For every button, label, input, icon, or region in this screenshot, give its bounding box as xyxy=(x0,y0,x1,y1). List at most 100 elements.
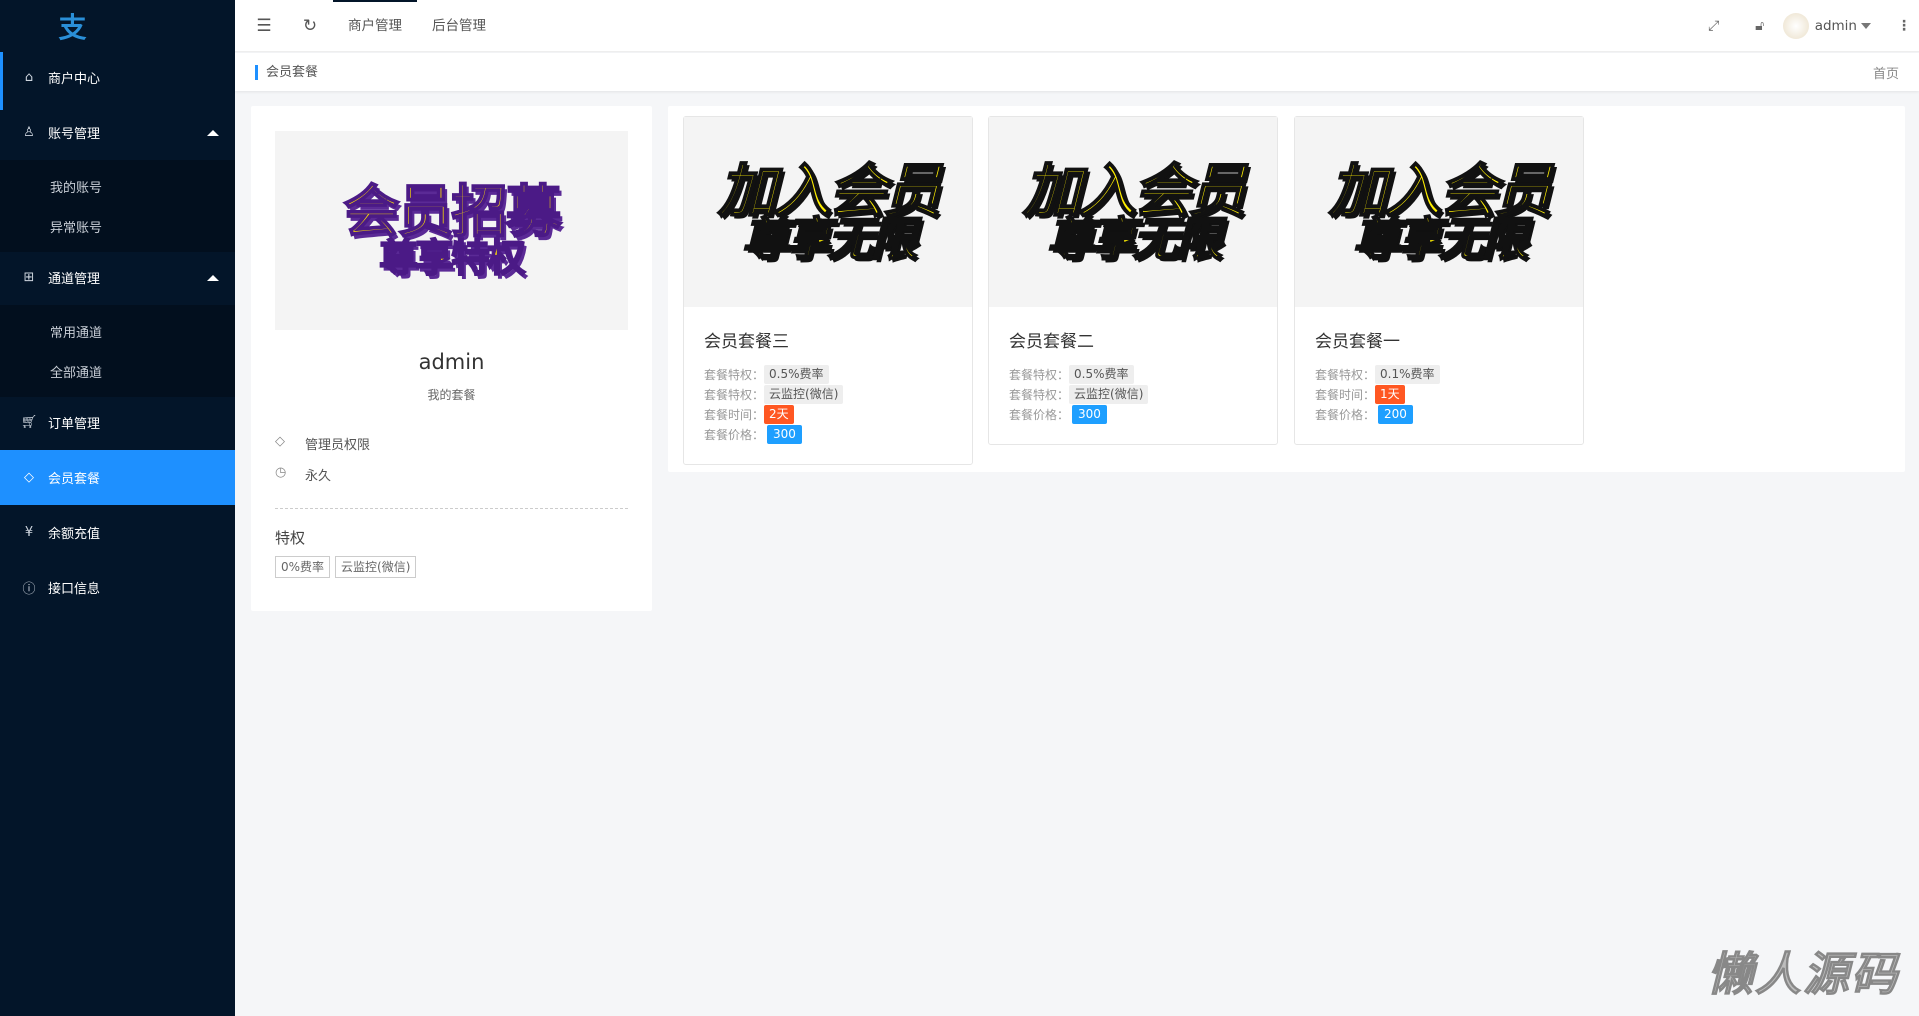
sidebar-item-label: 余额充值 xyxy=(48,527,101,542)
sidebar-item-label: 通道管理 xyxy=(48,272,101,287)
more-icon[interactable]: ⋮ xyxy=(1889,18,1919,34)
row-value-tag: 0.5%费率 xyxy=(764,364,829,384)
tab-merchant-management[interactable]: 商户管理 xyxy=(333,0,417,52)
package-card[interactable]: 加入会员 尊享无限 会员套餐二 套餐特权： 0.5%费率 套餐特权： 云监控(微信) 套餐价格… xyxy=(988,116,1278,445)
image-text: 尊享无限 xyxy=(1352,212,1529,266)
profile-banner-image: 会员招募 尊享特权 xyxy=(275,131,628,330)
chevron-up-icon xyxy=(207,129,219,136)
refresh-icon[interactable]: ↻ xyxy=(287,16,333,36)
sidebar: 支 ⌂ 商户中心 ♙ 账号管理 我的账号 异常账号 ⊞ 通道管理 常用通道 全部通道 … xyxy=(0,0,235,1016)
sidebar-item-label: 接口信息 xyxy=(48,582,101,597)
package-image: 加入会员 尊享无限 xyxy=(684,117,972,307)
package-title: 会员套餐一 xyxy=(1315,332,1400,352)
package-row: 套餐特权： 云监控(微信) xyxy=(1009,384,1257,404)
package-row: 套餐特权： 云监控(微信) xyxy=(704,384,952,404)
privilege-tag: 0%费率 xyxy=(275,556,331,578)
duration-text: 永久 xyxy=(305,469,332,484)
row-label: 套餐价格： xyxy=(1315,407,1376,422)
logo: 支 xyxy=(58,11,87,44)
image-text: 尊享无限 xyxy=(741,212,918,266)
sidebar-item-label: 异常账号 xyxy=(50,220,103,236)
diamond-icon: ◇ xyxy=(24,470,34,485)
user-icon: ♙ xyxy=(23,125,35,140)
lock-icon[interactable]: 🔓︎ xyxy=(1737,18,1783,34)
sidebar-item-recharge[interactable]: ¥ 余额充值 xyxy=(0,505,235,560)
chevron-up-icon xyxy=(207,274,219,281)
package-row: 套餐价格： 200 xyxy=(1315,404,1563,424)
row-value-tag: 云监控(微信) xyxy=(764,384,844,404)
package-row: 套餐特权： 0.5%费率 xyxy=(704,364,952,384)
sidebar-item-label: 账号管理 xyxy=(48,127,101,142)
row-label: 套餐时间： xyxy=(704,407,765,422)
breadcrumb-home-link[interactable]: 首页 xyxy=(1873,63,1899,82)
sidebar-item-account-management[interactable]: ♙ 账号管理 xyxy=(0,105,235,160)
cart-icon: 🛒︎ xyxy=(20,415,38,430)
row-value-tag: 200 xyxy=(1378,404,1413,424)
row-value-tag: 2天 xyxy=(764,404,794,424)
row-label: 套餐特权： xyxy=(704,387,765,402)
package-row: 套餐价格： 300 xyxy=(704,424,952,444)
user-menu[interactable]: admin xyxy=(1815,18,1857,34)
sidebar-item-all-channels[interactable]: 全部通道 xyxy=(0,351,235,391)
collapse-menu-icon[interactable]: ☰ xyxy=(241,16,287,36)
sidebar-item-merchant-center[interactable]: ⌂ 商户中心 xyxy=(0,50,235,105)
sidebar-item-label: 我的账号 xyxy=(50,180,103,196)
image-text: 尊享无限 xyxy=(1046,212,1223,266)
sidebar-item-label: 商户中心 xyxy=(48,72,101,87)
sidebar-item-abnormal-account[interactable]: 异常账号 xyxy=(0,206,235,246)
package-row: 套餐时间： 1天 xyxy=(1315,384,1563,404)
package-title: 会员套餐二 xyxy=(1009,332,1094,352)
role-text: 管理员权限 xyxy=(305,438,371,453)
avatar[interactable] xyxy=(1782,13,1809,39)
privilege-title: 特权 xyxy=(275,529,306,547)
clock-icon: ◷ xyxy=(275,465,287,480)
row-value-tag: 300 xyxy=(1072,404,1107,424)
package-row: 套餐特权： 0.5%费率 xyxy=(1009,364,1257,384)
banner-text: 尊享特权 xyxy=(378,235,526,280)
sidebar-item-api-info[interactable]: ⓘ 接口信息 xyxy=(0,560,235,615)
package-card[interactable]: 加入会员 尊享无限 会员套餐一 套餐特权： 0.1%费率 套餐时间： 1天 套餐价格： 200 xyxy=(1294,116,1584,445)
package-title: 会员套餐三 xyxy=(704,332,789,352)
sidebar-item-common-channels[interactable]: 常用通道 xyxy=(0,311,235,351)
tab-admin-management[interactable]: 后台管理 xyxy=(417,0,501,52)
profile-duration: ◷ 永久 xyxy=(275,465,331,484)
diamond-icon: ◇ xyxy=(275,434,285,449)
caret-down-icon[interactable] xyxy=(1861,23,1871,29)
row-value-tag: 1天 xyxy=(1375,384,1405,404)
apps-icon: ⊞ xyxy=(23,270,35,285)
row-label: 套餐特权： xyxy=(704,367,765,382)
sidebar-item-channel-management[interactable]: ⊞ 通道管理 xyxy=(0,250,235,305)
profile-role: ◇ 管理员权限 xyxy=(275,434,370,453)
breadcrumb-current: 会员套餐 xyxy=(255,64,318,80)
sidebar-item-label: 全部通道 xyxy=(50,365,103,381)
sidebar-item-orders[interactable]: 🛒︎ 订单管理 xyxy=(0,395,235,450)
package-row: 套餐时间： 2天 xyxy=(704,404,952,424)
info-icon: ⓘ xyxy=(22,582,36,597)
sidebar-item-my-account[interactable]: 我的账号 xyxy=(0,166,235,206)
row-value-tag: 0.5%费率 xyxy=(1069,364,1134,384)
privilege-tags: 0%费率 云监控(微信) xyxy=(275,556,421,578)
profile-name: admin xyxy=(418,350,485,374)
row-label: 套餐价格： xyxy=(704,427,765,442)
top-header: ☰ ↻ 商户管理 后台管理 ⤢ 🔓︎ admin ⋮ xyxy=(235,0,1919,52)
sidebar-item-membership[interactable]: ◇ 会员套餐 xyxy=(0,450,235,505)
row-value-tag: 云监控(微信) xyxy=(1069,384,1149,404)
sidebar-item-label: 会员套餐 xyxy=(48,472,101,487)
row-label: 套餐特权： xyxy=(1009,387,1070,402)
row-label: 套餐特权： xyxy=(1315,367,1376,382)
row-label: 套餐特权： xyxy=(1009,367,1070,382)
privilege-tag: 云监控(微信) xyxy=(335,556,417,578)
package-card[interactable]: 加入会员 尊享无限 会员套餐三 套餐特权： 0.5%费率 套餐特权： 云监控(微信) 套餐时间… xyxy=(683,116,973,465)
profile-card: 会员招募 尊享特权 admin 我的套餐 ◇ 管理员权限 ◷ 永久 特权 0%费率云… xyxy=(251,106,652,611)
divider xyxy=(275,508,628,509)
breadcrumb: 会员套餐 首页 xyxy=(235,53,1919,91)
row-label: 套餐价格： xyxy=(1009,407,1070,422)
fullscreen-icon[interactable]: ⤢ xyxy=(1691,18,1737,34)
package-row: 套餐特权： 0.1%费率 xyxy=(1315,364,1563,384)
row-label: 套餐时间： xyxy=(1315,387,1376,402)
row-value-tag: 0.1%费率 xyxy=(1375,364,1440,384)
home-icon: ⌂ xyxy=(24,70,34,85)
package-image: 加入会员 尊享无限 xyxy=(1295,117,1583,307)
profile-subtitle: 我的套餐 xyxy=(427,388,476,402)
yen-icon: ¥ xyxy=(24,525,34,540)
